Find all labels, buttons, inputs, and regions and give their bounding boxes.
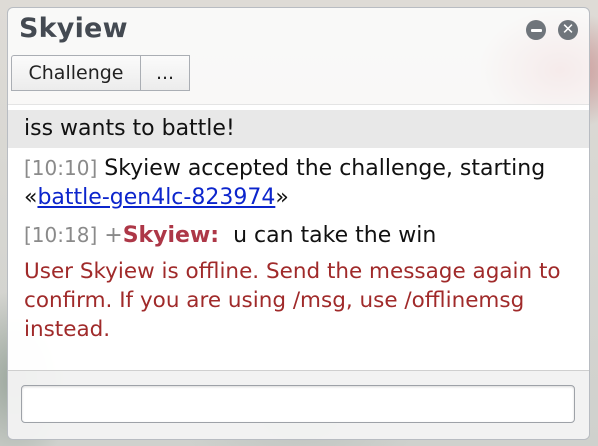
user-rank-symbol: + [97,223,123,248]
minimize-button[interactable] [526,20,546,40]
battle-room-link[interactable]: battle-gen4lc-823974 [37,185,275,210]
minimize-icon [530,28,542,32]
chat-log[interactable]: iss wants to battle! [10:10] Skyiew acce… [8,104,589,371]
window-toolbar: Challenge ... [8,55,190,91]
window-titlebar[interactable]: Skyiew ✕ [8,8,589,54]
close-button[interactable]: ✕ [558,20,578,40]
message-input-bar [8,370,589,439]
challenge-button[interactable]: Challenge [11,55,141,91]
message-text: u can take the win [219,223,437,248]
message-input[interactable] [21,385,575,423]
username[interactable]: Skyiew: [123,223,219,248]
chat-message: [10:18] +Skyiew: u can take the win [8,221,589,250]
chat-message: [10:10] Skyiew accepted the challenge, s… [8,154,589,212]
close-icon: ✕ [561,20,575,38]
window-title: Skyiew [19,13,128,44]
message-timestamp: [10:18] [24,223,98,247]
offline-error-message: User Skyiew is offline. Send the message… [24,259,561,342]
message-timestamp: [10:10] [24,156,98,180]
pm-window: Skyiew ✕ Challenge ... iss wants to batt… [7,7,590,440]
challenge-notice: iss wants to battle! [8,110,589,148]
message-text-suffix: » [275,185,289,210]
more-options-button[interactable]: ... [140,55,190,91]
